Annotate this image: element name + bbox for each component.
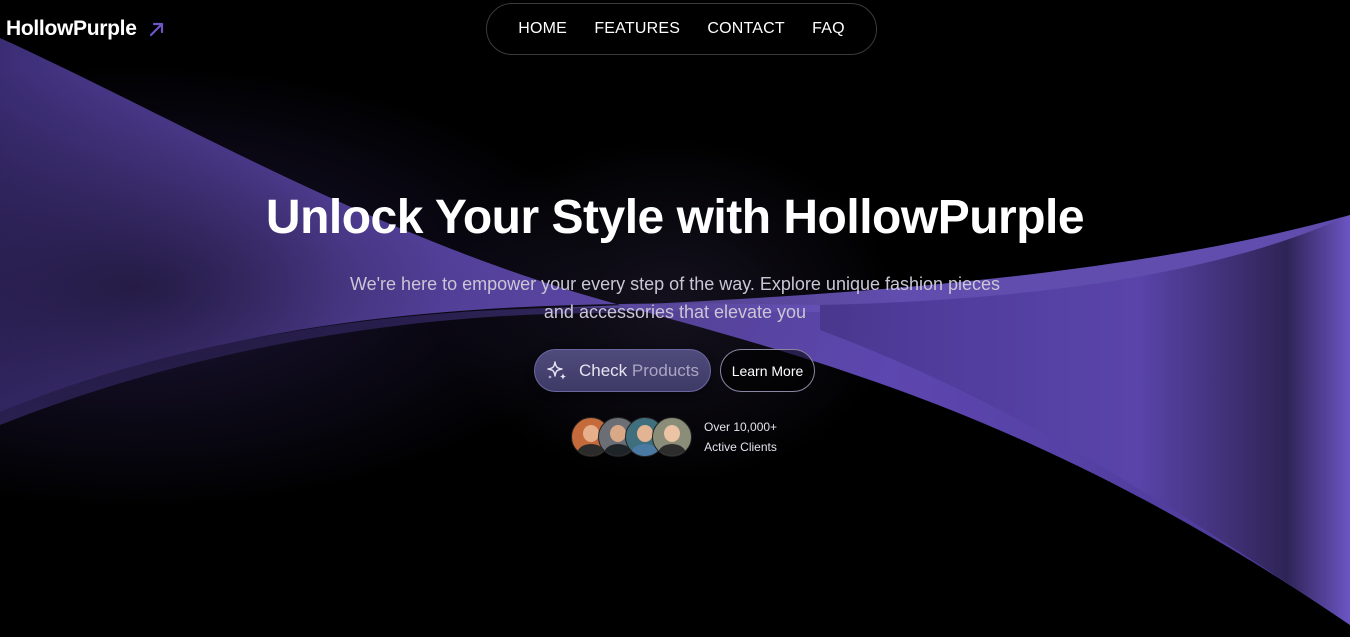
hero-subtitle: We're here to empower your every step of… (349, 274, 1001, 322)
nav-item-faq[interactable]: FAQ (812, 20, 845, 38)
clients-count-text: Over 10,000+ Active Clients (704, 417, 777, 457)
check-products-label: Check Products (579, 361, 699, 381)
active-clients: Over 10,000+ Active Clients (571, 417, 777, 457)
brand-logo[interactable]: HollowPurple (6, 17, 167, 41)
nav-item-home[interactable]: HOME (518, 20, 567, 38)
check-products-label-a: Check (579, 360, 632, 380)
check-products-label-b: Products (631, 360, 700, 380)
client-avatars (571, 417, 692, 457)
brand-name: HollowPurple (6, 17, 137, 40)
clients-line-1: Over 10,000+ (704, 420, 778, 434)
arrow-up-right-icon (147, 19, 167, 39)
main-nav: HOME FEATURES CONTACT FAQ (486, 3, 877, 55)
learn-more-button[interactable]: Learn More (720, 349, 815, 392)
hero-title: Unlock Your Style with HollowPurple (265, 191, 1085, 244)
nav-item-features[interactable]: FEATURES (594, 20, 680, 38)
clients-line-2: Active Clients (704, 440, 777, 454)
check-products-button[interactable]: Check Products (534, 349, 711, 392)
landing-page: HollowPurple HOME FEATURES CONTACT FAQ U… (0, 0, 1350, 637)
avatar (652, 417, 692, 457)
sparkles-icon (545, 359, 569, 383)
nav-item-contact[interactable]: CONTACT (707, 20, 785, 38)
